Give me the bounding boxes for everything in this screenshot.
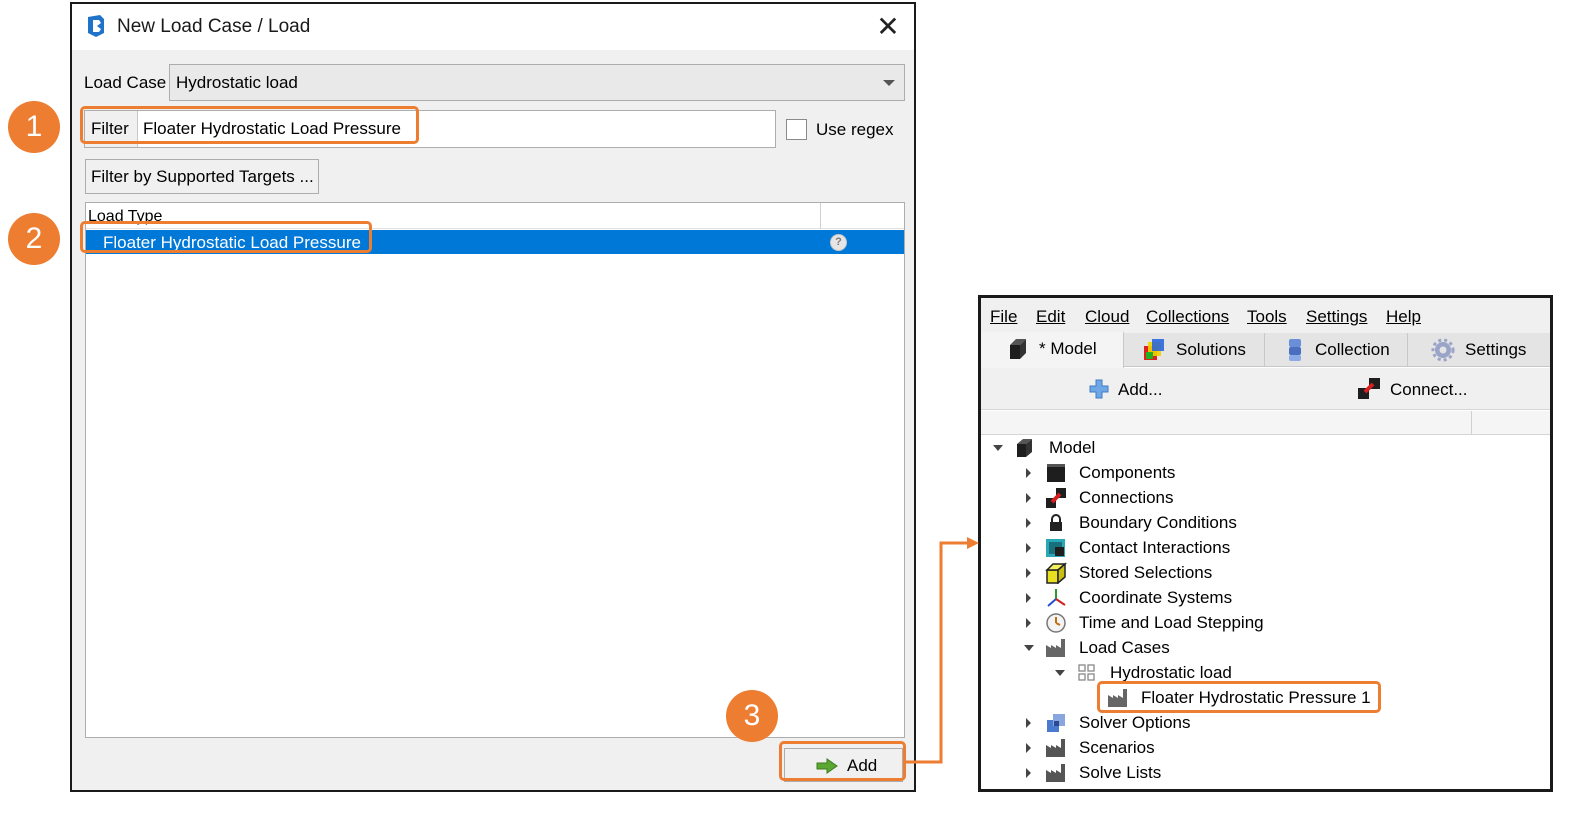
contact-icon — [1046, 539, 1065, 557]
tab-bar: * Model Solutions Collection Settings — [981, 332, 1550, 368]
column-divider — [1471, 411, 1472, 435]
expand-arrow-icon[interactable] — [993, 445, 1003, 451]
expand-arrow-icon[interactable] — [1026, 593, 1031, 603]
tree-item-label: Connections — [1079, 488, 1174, 507]
factory-icon — [1046, 764, 1065, 782]
menu-bar: File Edit Cloud Collections Tools Settin… — [981, 298, 1550, 333]
callout-1: 1 — [8, 101, 60, 153]
expand-arrow-icon[interactable] — [1024, 645, 1034, 651]
tree-column-header — [981, 411, 1550, 435]
gear-icon — [1431, 338, 1455, 362]
expand-arrow-icon[interactable] — [1026, 743, 1031, 753]
new-load-highlight — [1097, 681, 1381, 713]
tab-collection[interactable]: Collection — [1265, 333, 1408, 367]
dialog-titlebar: New Load Case / Load ✕ — [72, 4, 914, 50]
expand-arrow-icon[interactable] — [1055, 670, 1065, 676]
tree-item-label: Scenarios — [1079, 738, 1155, 757]
filter-highlight — [80, 106, 419, 144]
tab-model-label: * Model — [1039, 339, 1097, 358]
model-tree: Model Components Connections Boundary Co… — [981, 436, 1550, 789]
tree-item-label: Hydrostatic load — [1110, 663, 1232, 682]
tab-model[interactable]: * Model — [981, 332, 1124, 368]
tree-item-label: Contact Interactions — [1079, 538, 1231, 557]
tab-settings[interactable]: Settings — [1408, 333, 1550, 367]
app-logo-icon — [88, 15, 104, 37]
menu-cloud[interactable]: Cloud — [1085, 307, 1129, 327]
expand-arrow-icon[interactable] — [1026, 518, 1031, 528]
connect-tool-label: Connect... — [1390, 380, 1468, 399]
add-tool-label: Add... — [1118, 380, 1163, 399]
use-regex-checkbox[interactable] — [786, 119, 807, 140]
toolbar: Add... Connect... — [981, 368, 1550, 410]
add-button-highlight — [779, 741, 906, 781]
menu-tools[interactable]: Tools — [1247, 307, 1287, 327]
tree-item-label: Model — [1049, 438, 1096, 457]
connect-icon — [1358, 378, 1380, 399]
solutions-icon — [1144, 339, 1164, 360]
solver-icon — [1047, 714, 1065, 732]
axes-icon — [1047, 589, 1066, 607]
dialog-title: New Load Case / Load — [117, 16, 311, 37]
menu-edit[interactable]: Edit — [1036, 307, 1065, 327]
factory-icon — [1046, 639, 1065, 657]
tree-item-label: Boundary Conditions — [1079, 513, 1237, 532]
load-type-highlight — [80, 221, 372, 253]
tree-item-label: Coordinate Systems — [1079, 588, 1233, 607]
filter-by-supported-targets-button[interactable]: Filter by Supported Targets ... — [85, 159, 319, 194]
chevron-down-icon — [883, 80, 895, 86]
clock-icon — [1046, 613, 1066, 633]
menu-settings[interactable]: Settings — [1306, 307, 1367, 327]
callout-3: 3 — [726, 690, 778, 742]
tree-item-label: Solve Lists — [1079, 763, 1162, 782]
menu-help[interactable]: Help — [1386, 307, 1421, 327]
menu-collections[interactable]: Collections — [1146, 307, 1229, 327]
model-window: File Edit Cloud Collections Tools Settin… — [978, 295, 1553, 792]
tab-solutions[interactable]: Solutions — [1124, 333, 1265, 367]
tree-item-label: Load Cases — [1079, 638, 1170, 657]
expand-arrow-icon[interactable] — [1026, 618, 1031, 628]
expand-arrow-icon[interactable] — [1026, 493, 1031, 503]
expand-arrow-icon[interactable] — [1026, 568, 1031, 578]
tree-item-label: Components — [1079, 463, 1176, 482]
selection-icon — [1045, 562, 1067, 584]
model-cube-icon — [1017, 439, 1032, 457]
grid-icon — [1078, 664, 1095, 681]
connections-icon — [1046, 488, 1066, 508]
collection-icon — [1289, 339, 1301, 361]
tree-item-label: Time and Load Stepping — [1079, 613, 1264, 632]
tree-item-label: Stored Selections — [1079, 563, 1213, 582]
callout-2: 2 — [8, 213, 60, 265]
load-case-label: Load Case — [84, 73, 167, 92]
tab-solutions-label: Solutions — [1176, 340, 1246, 359]
expand-arrow-icon[interactable] — [1026, 768, 1031, 778]
load-case-value: Hydrostatic load — [176, 73, 298, 92]
expand-arrow-icon[interactable] — [1026, 468, 1031, 478]
help-icon[interactable]: ? — [830, 234, 847, 251]
header-divider — [820, 203, 821, 229]
load-type-list[interactable]: Load Type Floater Hydrostatic Load Press… — [85, 202, 905, 738]
tab-settings-label: Settings — [1465, 340, 1527, 359]
expand-arrow-icon[interactable] — [1026, 718, 1031, 728]
tree-item-label: Solver Options — [1079, 713, 1191, 732]
close-icon[interactable]: ✕ — [872, 10, 904, 44]
components-icon — [1047, 464, 1065, 482]
plus-icon — [1089, 379, 1109, 399]
model-cube-icon — [1010, 339, 1026, 359]
menu-file[interactable]: File — [990, 307, 1017, 327]
expand-arrow-icon[interactable] — [1026, 543, 1031, 553]
use-regex-label: Use regex — [816, 120, 894, 139]
factory-icon — [1046, 739, 1065, 757]
lock-icon — [1050, 514, 1062, 531]
load-case-select[interactable]: Hydrostatic load — [169, 64, 905, 101]
tab-collection-label: Collection — [1315, 340, 1390, 359]
